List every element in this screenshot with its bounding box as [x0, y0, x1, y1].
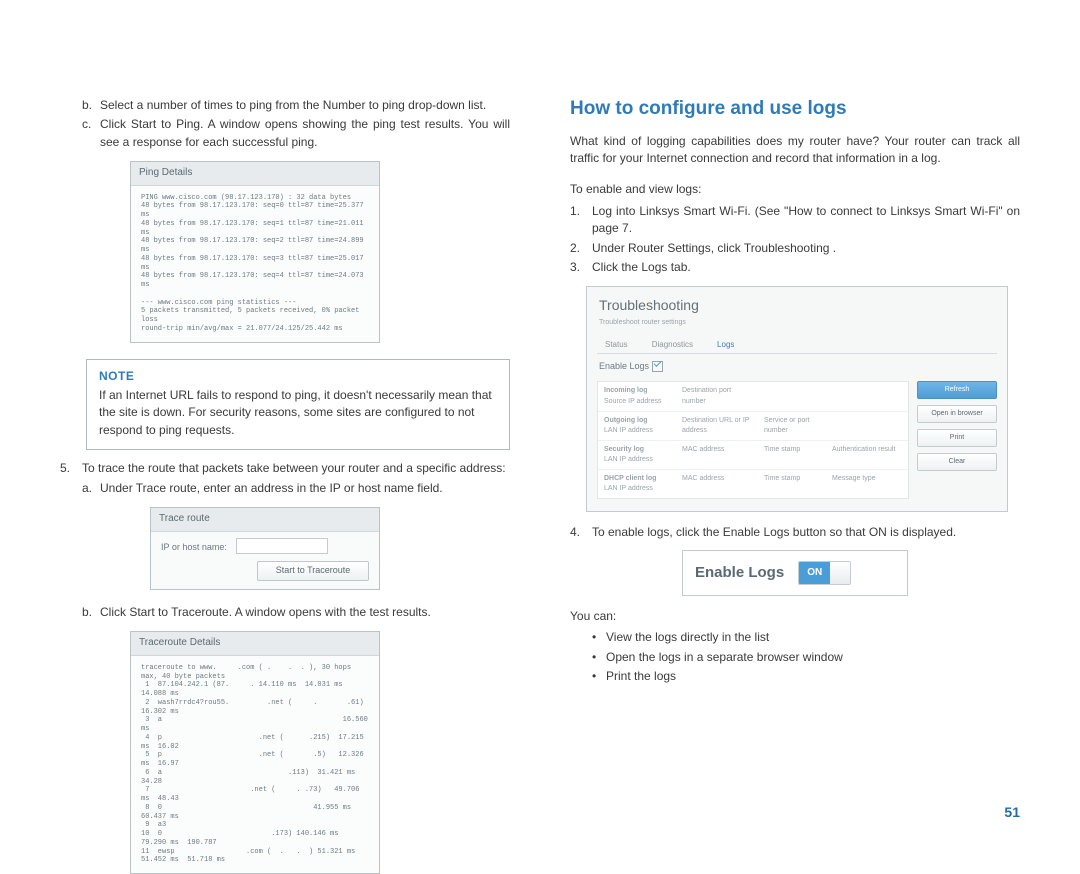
note-title: NOTE [99, 368, 497, 385]
tab-diagnostics[interactable]: Diagnostics [644, 336, 701, 354]
note-box: NOTE If an Internet URL fails to respond… [86, 359, 510, 451]
toggle-on-text: ON [799, 562, 830, 584]
enable-logs-toggle[interactable]: ON [798, 561, 851, 585]
table-row: Incoming logSource IP addressDestination… [598, 382, 908, 411]
start-traceroute-button[interactable]: Start to Traceroute [257, 561, 369, 581]
ip-host-input[interactable] [236, 538, 328, 554]
note-body: If an Internet URL fails to respond to p… [99, 387, 497, 439]
traceroute-details-figure: Traceroute Details traceroute to www. .c… [130, 631, 380, 874]
trace-title: Trace route [151, 508, 379, 532]
traceroute-output: traceroute to www. .com ( . . . ), 30 ho… [131, 656, 379, 873]
step-c: c. Click Start to Ping. A window opens s… [82, 116, 510, 151]
tab-logs[interactable]: Logs [709, 336, 742, 354]
step-5b: b. Click Start to Traceroute. A window o… [82, 604, 510, 621]
log-step-2: 2. Under Router Settings, click Troubles… [570, 240, 1020, 257]
enable-logs-figure: Enable Logs ON [682, 550, 908, 596]
enable-logs-checkbox[interactable] [652, 361, 663, 372]
manual-page: b. Select a number of times to ping from… [0, 0, 1080, 834]
enable-logs-line: Enable Logs [599, 360, 1007, 373]
step-5a: a. Under Trace route, enter an address i… [82, 480, 510, 497]
print-button[interactable]: Print [917, 429, 997, 447]
you-can: You can: [570, 608, 1020, 625]
bullet-3: •Print the logs [592, 668, 1020, 685]
toggle-knob [830, 562, 850, 584]
ts-subtitle: Troubleshoot router settings [587, 318, 1007, 336]
enable-logs-label: Enable Logs [695, 562, 784, 584]
logs-table: Incoming logSource IP addressDestination… [597, 381, 909, 499]
ping-output: PING www.cisco.com (98.17.123.170) : 32 … [131, 186, 379, 342]
refresh-button[interactable]: Refresh [917, 381, 997, 399]
right-column: How to configure and use logs What kind … [540, 95, 1020, 804]
ping-details-figure: Ping Details PING www.cisco.com (98.17.1… [130, 161, 380, 343]
tab-status[interactable]: Status [597, 336, 636, 354]
ts-tabs: Status Diagnostics Logs [587, 336, 1007, 354]
ping-title: Ping Details [131, 162, 379, 186]
ts-title: Troubleshooting [587, 287, 1007, 317]
page-number: 51 [1004, 804, 1020, 820]
table-row: Security logLAN IP addressMAC addressTim… [598, 441, 908, 470]
clear-button[interactable]: Clear [917, 453, 997, 471]
ts-side-buttons: Refresh Open in browser Print Clear [917, 381, 997, 499]
table-row: DHCP client logLAN IP addressMAC address… [598, 470, 908, 498]
log-step-4: 4. To enable logs, click the Enable Logs… [570, 524, 1020, 541]
log-step-1: 1. Log into Linksys Smart Wi-Fi. (See "H… [570, 203, 1020, 238]
enable-intro: To enable and view logs: [570, 181, 1020, 198]
bullet-1: •View the logs directly in the list [592, 629, 1020, 646]
left-column: b. Select a number of times to ping from… [60, 95, 540, 804]
open-browser-button[interactable]: Open in browser [917, 405, 997, 423]
section-heading: How to configure and use logs [570, 95, 1020, 123]
log-step-3: 3. Click the Logs tab. [570, 259, 1020, 276]
intro-para: What kind of logging capabilities does m… [570, 133, 1020, 168]
step-5: 5. To trace the route that packets take … [60, 460, 510, 477]
traceroute-title: Traceroute Details [131, 632, 379, 656]
step-b: b. Select a number of times to ping from… [82, 97, 510, 114]
trace-label: IP or host name: [161, 541, 227, 554]
troubleshooting-figure: Troubleshooting Troubleshoot router sett… [586, 286, 1008, 512]
table-row: Outgoing logLAN IP addressDestination UR… [598, 412, 908, 441]
bullet-2: •Open the logs in a separate browser win… [592, 649, 1020, 666]
trace-route-figure: Trace route IP or host name: Start to Tr… [150, 507, 380, 590]
